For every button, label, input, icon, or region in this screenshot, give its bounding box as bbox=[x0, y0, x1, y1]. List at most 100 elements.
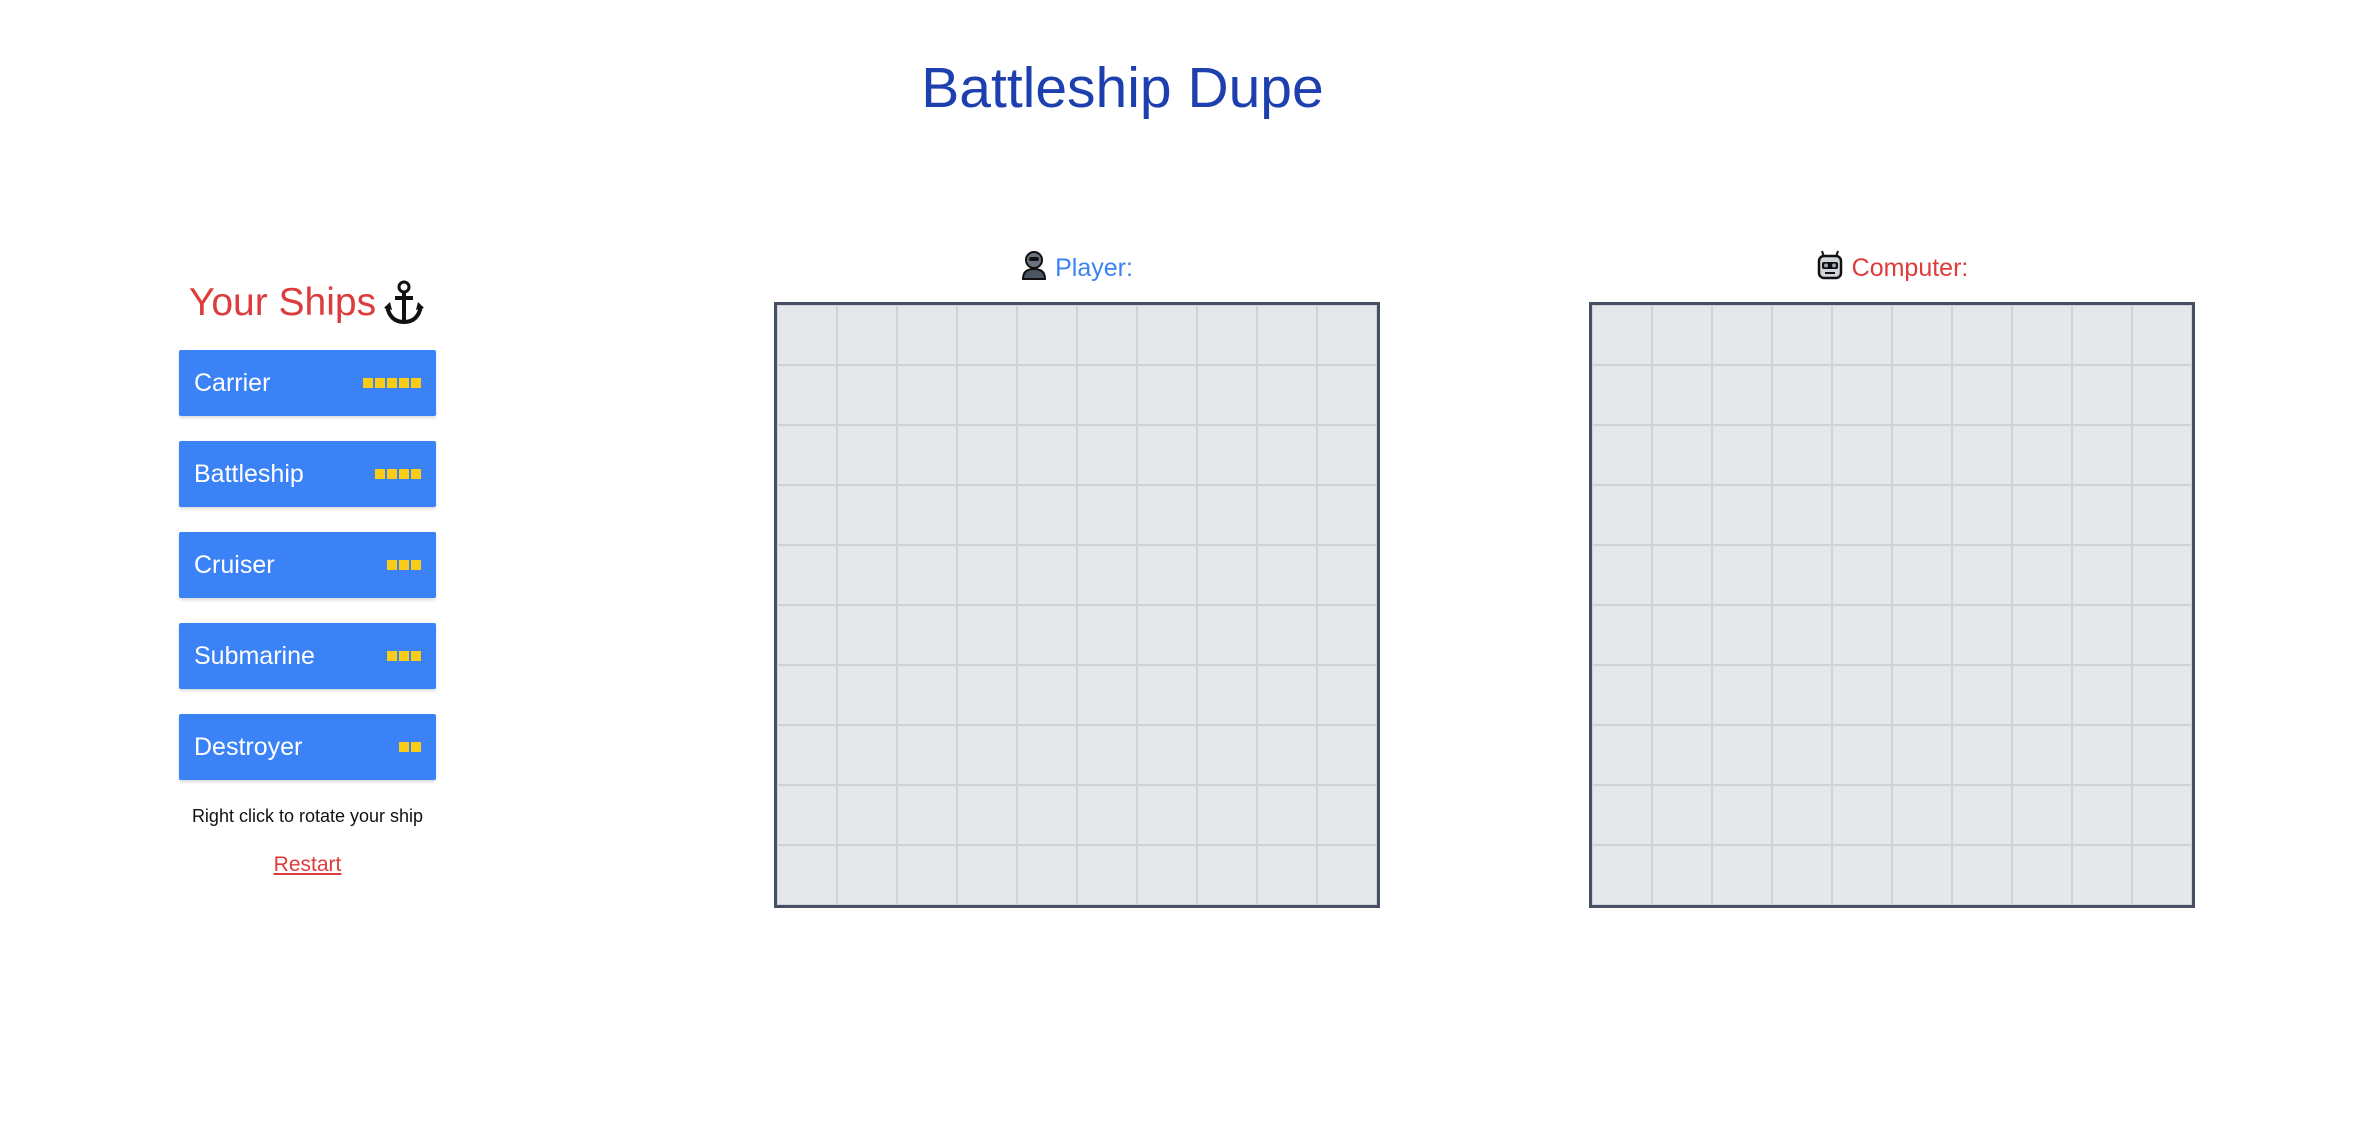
board-cell[interactable] bbox=[897, 845, 957, 905]
board-cell[interactable] bbox=[1832, 485, 1892, 545]
board-cell[interactable] bbox=[897, 425, 957, 485]
ship-submarine-button[interactable]: Submarine bbox=[179, 623, 436, 689]
board-cell[interactable] bbox=[1137, 305, 1197, 365]
board-cell[interactable] bbox=[2072, 845, 2132, 905]
board-cell[interactable] bbox=[777, 425, 837, 485]
board-cell[interactable] bbox=[1257, 785, 1317, 845]
board-cell[interactable] bbox=[1137, 845, 1197, 905]
board-cell[interactable] bbox=[837, 365, 897, 425]
board-cell[interactable] bbox=[1892, 425, 1952, 485]
board-cell[interactable] bbox=[1832, 605, 1892, 665]
board-cell[interactable] bbox=[1137, 365, 1197, 425]
board-cell[interactable] bbox=[1652, 425, 1712, 485]
board-cell[interactable] bbox=[1772, 725, 1832, 785]
board-cell[interactable] bbox=[1892, 845, 1952, 905]
board-cell[interactable] bbox=[1652, 605, 1712, 665]
board-cell[interactable] bbox=[777, 545, 837, 605]
board-cell[interactable] bbox=[1592, 305, 1652, 365]
board-cell[interactable] bbox=[1772, 305, 1832, 365]
board-cell[interactable] bbox=[1197, 425, 1257, 485]
board-cell[interactable] bbox=[957, 305, 1017, 365]
board-cell[interactable] bbox=[837, 665, 897, 725]
board-cell[interactable] bbox=[1772, 485, 1832, 545]
board-cell[interactable] bbox=[1137, 425, 1197, 485]
board-cell[interactable] bbox=[897, 485, 957, 545]
board-cell[interactable] bbox=[1892, 605, 1952, 665]
board-cell[interactable] bbox=[837, 425, 897, 485]
board-cell[interactable] bbox=[1592, 425, 1652, 485]
board-cell[interactable] bbox=[1892, 305, 1952, 365]
board-cell[interactable] bbox=[1712, 605, 1772, 665]
board-cell[interactable] bbox=[1077, 425, 1137, 485]
board-cell[interactable] bbox=[1712, 785, 1772, 845]
board-cell[interactable] bbox=[2072, 425, 2132, 485]
board-cell[interactable] bbox=[2132, 845, 2192, 905]
board-cell[interactable] bbox=[957, 665, 1017, 725]
board-cell[interactable] bbox=[957, 425, 1017, 485]
board-cell[interactable] bbox=[1772, 425, 1832, 485]
board-cell[interactable] bbox=[777, 665, 837, 725]
board-cell[interactable] bbox=[2132, 545, 2192, 605]
board-cell[interactable] bbox=[1017, 725, 1077, 785]
board-cell[interactable] bbox=[1592, 365, 1652, 425]
board-cell[interactable] bbox=[2012, 305, 2072, 365]
board-cell[interactable] bbox=[1712, 725, 1772, 785]
board-cell[interactable] bbox=[1592, 545, 1652, 605]
board-cell[interactable] bbox=[1652, 485, 1712, 545]
board-cell[interactable] bbox=[1952, 605, 2012, 665]
board-cell[interactable] bbox=[777, 365, 837, 425]
board-cell[interactable] bbox=[1592, 785, 1652, 845]
restart-link[interactable]: Restart bbox=[179, 853, 436, 877]
board-cell[interactable] bbox=[1197, 485, 1257, 545]
board-cell[interactable] bbox=[1772, 365, 1832, 425]
board-cell[interactable] bbox=[1257, 605, 1317, 665]
board-cell[interactable] bbox=[1317, 365, 1377, 425]
board-cell[interactable] bbox=[777, 845, 837, 905]
board-cell[interactable] bbox=[1712, 485, 1772, 545]
board-cell[interactable] bbox=[1257, 485, 1317, 545]
board-cell[interactable] bbox=[957, 725, 1017, 785]
board-cell[interactable] bbox=[2012, 605, 2072, 665]
board-cell[interactable] bbox=[1197, 665, 1257, 725]
board-cell[interactable] bbox=[1652, 665, 1712, 725]
board-cell[interactable] bbox=[2012, 485, 2072, 545]
board-cell[interactable] bbox=[1317, 305, 1377, 365]
board-cell[interactable] bbox=[1952, 665, 2012, 725]
board-cell[interactable] bbox=[1952, 365, 2012, 425]
board-cell[interactable] bbox=[2132, 605, 2192, 665]
board-cell[interactable] bbox=[1772, 605, 1832, 665]
board-cell[interactable] bbox=[1952, 545, 2012, 605]
board-cell[interactable] bbox=[1257, 725, 1317, 785]
board-cell[interactable] bbox=[1592, 845, 1652, 905]
board-cell[interactable] bbox=[1017, 425, 1077, 485]
board-cell[interactable] bbox=[837, 785, 897, 845]
board-cell[interactable] bbox=[1197, 725, 1257, 785]
board-cell[interactable] bbox=[1257, 425, 1317, 485]
board-cell[interactable] bbox=[1952, 725, 2012, 785]
board-cell[interactable] bbox=[837, 845, 897, 905]
board-cell[interactable] bbox=[2072, 785, 2132, 845]
board-cell[interactable] bbox=[2072, 605, 2132, 665]
board-cell[interactable] bbox=[777, 725, 837, 785]
board-cell[interactable] bbox=[897, 305, 957, 365]
board-cell[interactable] bbox=[837, 485, 897, 545]
board-cell[interactable] bbox=[1077, 725, 1137, 785]
board-cell[interactable] bbox=[837, 605, 897, 665]
board-cell[interactable] bbox=[957, 845, 1017, 905]
board-cell[interactable] bbox=[1137, 785, 1197, 845]
board-cell[interactable] bbox=[1317, 485, 1377, 545]
board-cell[interactable] bbox=[1257, 545, 1317, 605]
board-cell[interactable] bbox=[2132, 425, 2192, 485]
board-cell[interactable] bbox=[1197, 605, 1257, 665]
board-cell[interactable] bbox=[1137, 545, 1197, 605]
board-cell[interactable] bbox=[1077, 845, 1137, 905]
board-cell[interactable] bbox=[1952, 785, 2012, 845]
board-cell[interactable] bbox=[1257, 845, 1317, 905]
board-cell[interactable] bbox=[1652, 785, 1712, 845]
board-cell[interactable] bbox=[1652, 365, 1712, 425]
board-cell[interactable] bbox=[1772, 845, 1832, 905]
board-cell[interactable] bbox=[1317, 665, 1377, 725]
board-cell[interactable] bbox=[1832, 785, 1892, 845]
board-cell[interactable] bbox=[2012, 425, 2072, 485]
board-cell[interactable] bbox=[2072, 305, 2132, 365]
